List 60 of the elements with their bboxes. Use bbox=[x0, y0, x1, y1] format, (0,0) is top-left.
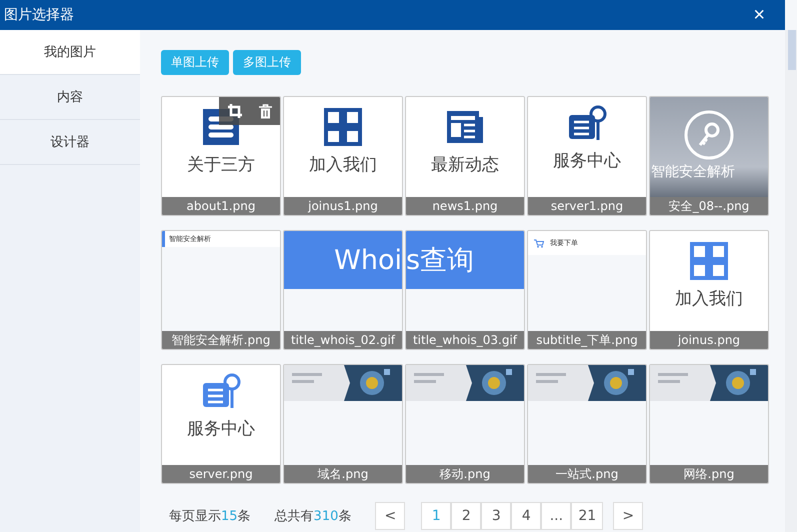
image-tile[interactable]: 移动.png bbox=[405, 364, 525, 484]
document-search-icon bbox=[201, 371, 241, 411]
page-button[interactable]: 21 bbox=[571, 502, 604, 530]
sidebar-item[interactable]: 设计器 bbox=[0, 120, 140, 165]
file-name: about1.png bbox=[162, 197, 280, 215]
window-title: 图片选择器 bbox=[4, 6, 74, 24]
thumbnail-text: 服务中心 bbox=[187, 418, 255, 440]
thumbnail-text: 关于三方 bbox=[187, 154, 255, 176]
close-button[interactable]: × bbox=[753, 5, 765, 25]
document-search-icon bbox=[567, 103, 607, 143]
crop-icon[interactable] bbox=[227, 103, 243, 119]
sidebar-item[interactable]: 我的图片 bbox=[0, 30, 140, 75]
file-name: subtitle_下单.png bbox=[528, 331, 646, 349]
image-tile[interactable]: 加入我们 joinus.png bbox=[649, 230, 769, 350]
file-name: 网络.png bbox=[650, 465, 768, 483]
file-name: server.png bbox=[162, 465, 280, 483]
image-tile[interactable]: 域名.png bbox=[283, 364, 403, 484]
total-count-text: 总共有310条 bbox=[274, 508, 352, 525]
file-name: 智能安全解析.png bbox=[162, 331, 280, 349]
image-tile[interactable]: Whoi title_whois_02.gif bbox=[283, 230, 403, 350]
grid-icon bbox=[689, 241, 729, 281]
scrollbar-thumb[interactable] bbox=[788, 30, 796, 70]
image-tile[interactable]: 服务中心 server.png bbox=[161, 364, 281, 484]
file-name: 移动.png bbox=[406, 465, 524, 483]
page-size-text: 每页显示15条 bbox=[169, 508, 251, 525]
page-button[interactable]: 4 bbox=[511, 502, 542, 530]
grid-icon bbox=[323, 107, 363, 147]
image-tile[interactable]: 最新动态 news1.png bbox=[405, 96, 525, 216]
thumbnail-text: 加入我们 bbox=[675, 288, 743, 310]
page-button[interactable]: ... bbox=[541, 502, 572, 530]
image-tile[interactable]: 关于三方 about1.png bbox=[161, 96, 281, 216]
file-name: 域名.png bbox=[284, 465, 402, 483]
page-button[interactable]: 2 bbox=[451, 502, 482, 530]
page-button[interactable]: 3 bbox=[481, 502, 512, 530]
file-name: title_whois_03.gif bbox=[406, 331, 524, 349]
thumbnail-text: 加入我们 bbox=[309, 154, 377, 176]
image-tile[interactable]: 服务中心 server1.png bbox=[527, 96, 647, 216]
file-name: news1.png bbox=[406, 197, 524, 215]
image-tile[interactable]: 智能安全解析 安全_08--.png bbox=[649, 96, 769, 216]
key-icon bbox=[683, 109, 735, 161]
file-name: title_whois_02.gif bbox=[284, 331, 402, 349]
sidebar-item[interactable]: 内容 bbox=[0, 75, 140, 120]
thumbnail-text: 智能安全解析 bbox=[651, 163, 735, 181]
thumbnail-text: 最新动态 bbox=[431, 154, 499, 176]
file-name: 安全_08--.png bbox=[650, 197, 768, 215]
previous-page-button[interactable]: < bbox=[375, 502, 406, 530]
file-name: joinus.png bbox=[650, 331, 768, 349]
trash-icon[interactable] bbox=[259, 104, 272, 118]
file-name: server1.png bbox=[528, 197, 646, 215]
banner-text: Whoi bbox=[334, 244, 402, 276]
image-tile[interactable]: 一站式.png bbox=[527, 364, 647, 484]
next-page-button[interactable]: > bbox=[613, 502, 644, 530]
file-name: 一站式.png bbox=[528, 465, 646, 483]
image-tile[interactable]: 网络.png bbox=[649, 364, 769, 484]
banner-text: s查询 bbox=[406, 244, 474, 278]
image-tile[interactable]: s查询 title_whois_03.gif bbox=[405, 230, 525, 350]
image-tile[interactable]: 加入我们 joinus1.png bbox=[283, 96, 403, 216]
thumbnail-text: 服务中心 bbox=[553, 150, 621, 172]
cart-icon bbox=[534, 238, 544, 248]
file-name: joinus1.png bbox=[284, 197, 402, 215]
